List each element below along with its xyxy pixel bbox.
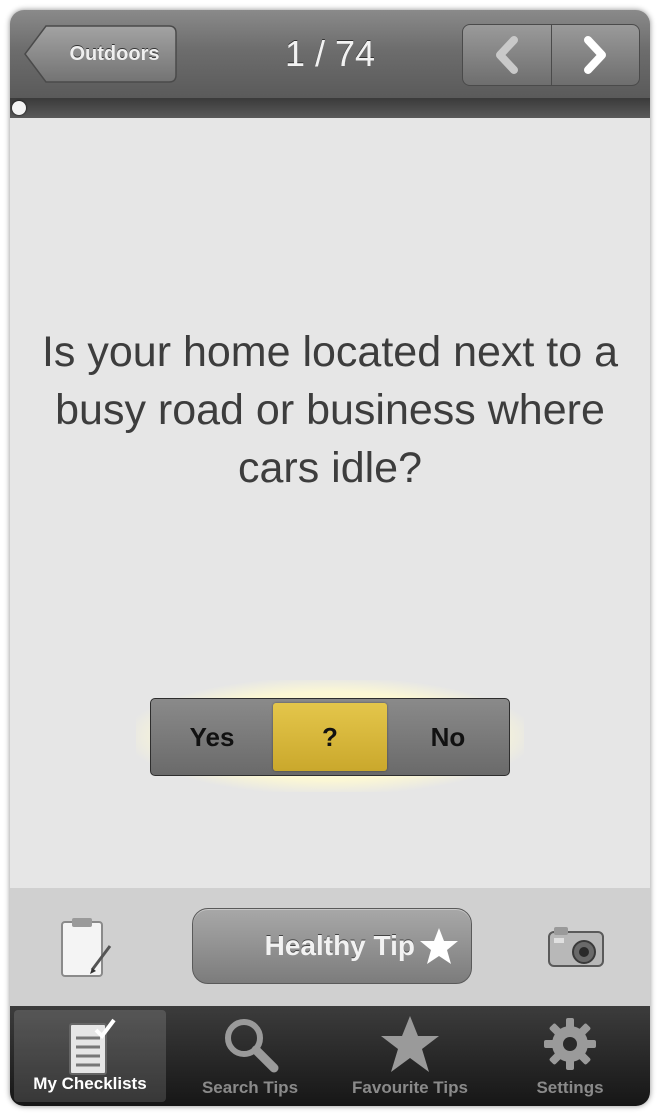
app-screen: Outdoors 1 / 74 Is your home located nex… bbox=[10, 10, 650, 1106]
tab-settings[interactable]: Settings bbox=[490, 1006, 650, 1106]
action-bar: Healthy Tip bbox=[10, 888, 650, 1006]
gear-icon bbox=[544, 1018, 596, 1070]
star-icon bbox=[381, 1016, 439, 1072]
page-counter: 1 / 74 bbox=[284, 33, 376, 74]
previous-button[interactable] bbox=[463, 25, 552, 85]
tab-label: Favourite Tips bbox=[352, 1078, 468, 1097]
answer-no-button[interactable]: No bbox=[387, 699, 509, 775]
progress-bar bbox=[10, 98, 650, 118]
question-card: Is your home located next to a busy road… bbox=[10, 118, 650, 888]
chevron-right-icon bbox=[584, 36, 606, 74]
camera-icon[interactable] bbox=[546, 922, 608, 979]
healthy-tip-button[interactable]: Healthy Tip bbox=[192, 908, 472, 984]
star-icon bbox=[420, 928, 458, 964]
tab-favourite-tips[interactable]: Favourite Tips bbox=[330, 1006, 490, 1106]
healthy-tip-label: Healthy Tip bbox=[264, 930, 415, 961]
prev-next-control bbox=[462, 24, 640, 86]
progress-indicator[interactable] bbox=[12, 101, 26, 115]
tab-label: Search Tips bbox=[201, 1078, 299, 1097]
answer-selector: Yes ? No bbox=[150, 698, 510, 776]
next-button[interactable] bbox=[551, 25, 639, 85]
chevron-left-icon bbox=[496, 36, 518, 74]
navigation-bar: Outdoors 1 / 74 bbox=[10, 10, 650, 99]
question-text: Is your home located next to a busy road… bbox=[41, 328, 619, 492]
answer-unsure-button[interactable]: ? bbox=[273, 703, 387, 771]
tab-bar: My Checklists Search Tips Favourite Tips bbox=[10, 1006, 650, 1106]
tab-label: My Checklists bbox=[33, 1074, 147, 1093]
tab-my-checklists[interactable]: My Checklists bbox=[14, 1010, 166, 1102]
tab-label: Settings bbox=[536, 1078, 604, 1097]
tab-search-tips[interactable]: Search Tips bbox=[170, 1006, 330, 1106]
clipboard-icon[interactable] bbox=[56, 916, 116, 987]
checklist-icon bbox=[69, 1018, 116, 1075]
answer-yes-button[interactable]: Yes bbox=[151, 699, 273, 775]
back-button[interactable]: Outdoors bbox=[24, 25, 177, 83]
back-button-label: Outdoors bbox=[69, 43, 160, 65]
search-icon bbox=[225, 1019, 279, 1073]
